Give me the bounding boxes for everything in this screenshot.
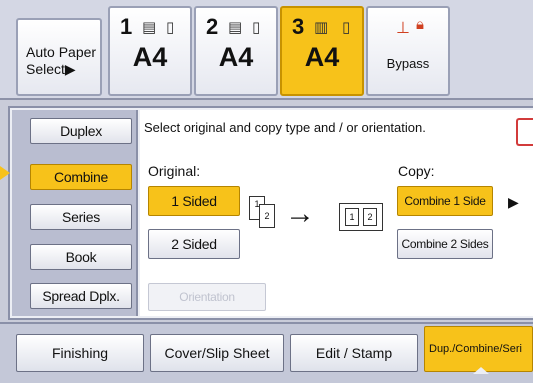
- tray-paper-size: A4: [218, 42, 254, 72]
- sidebar-item-combine[interactable]: Combine: [30, 164, 132, 190]
- tray-paper-size: A4: [304, 42, 340, 72]
- active-tab-indicator: [473, 367, 489, 374]
- sheet-icon: ▯: [166, 19, 175, 36]
- tab-edit-stamp[interactable]: Edit / Stamp: [290, 334, 418, 372]
- help-icon[interactable]: [516, 118, 533, 146]
- auto-paper-label-line2: Select▶: [26, 61, 76, 77]
- sheet-icon: ▯: [342, 19, 351, 36]
- sidebar-item-book[interactable]: Book: [30, 244, 132, 270]
- more-options-arrow-icon[interactable]: ▶: [508, 194, 519, 211]
- tray-number: 1: [120, 14, 133, 39]
- original-1-sided-button[interactable]: 1 Sided: [148, 186, 240, 216]
- auto-paper-select-button[interactable]: Auto Paper Select▶: [16, 18, 102, 96]
- bypass-tray-button[interactable]: ⊥ 🔒︎ Bypass: [366, 6, 450, 96]
- paper-stack-icon: ▤: [228, 19, 243, 36]
- tray-number: 2: [206, 14, 219, 39]
- auto-paper-label-line1: Auto Paper: [26, 44, 97, 60]
- original-2-sided-button[interactable]: 2 Sided: [148, 229, 240, 259]
- combine-1-side-button[interactable]: Combine 1 Side: [397, 186, 493, 216]
- tray-3-button[interactable]: 3 ▥ ▯ A4: [280, 6, 364, 96]
- tab-dup-combine-series[interactable]: Dup./Combine/Seri: [424, 326, 533, 372]
- large-paper-stack-icon: ▥: [314, 19, 329, 36]
- sheet-icon: ▯: [252, 19, 261, 36]
- tab-finishing[interactable]: Finishing: [16, 334, 144, 372]
- conversion-arrow: →: [285, 197, 315, 230]
- tray-paper-size: A4: [132, 42, 168, 72]
- original-page-2: 2: [259, 204, 275, 228]
- selected-mode-pointer: [0, 166, 10, 180]
- copy-label: Copy:: [398, 163, 435, 179]
- bypass-label: Bypass: [386, 56, 430, 71]
- original-label: Original:: [148, 163, 201, 179]
- tray-1-button[interactable]: 1 ▤ ▯ A4: [108, 6, 192, 96]
- combined-page-1: 1: [345, 208, 359, 226]
- instruction-text: Select original and copy type and / or o…: [144, 120, 426, 135]
- combined-page-2: 2: [363, 208, 377, 226]
- sidebar-item-spread-duplex[interactable]: Spread Dplx.: [30, 283, 132, 309]
- sidebar-item-series[interactable]: Series: [30, 204, 132, 230]
- paper-stack-icon: ▤: [142, 19, 157, 36]
- combine-2-sides-button[interactable]: Combine 2 Sides: [397, 229, 493, 259]
- tab-cover-slip-sheet[interactable]: Cover/Slip Sheet: [150, 334, 284, 372]
- tray-number: 3: [292, 14, 305, 39]
- lock-icon: 🔒︎: [416, 16, 424, 33]
- orientation-button[interactable]: Orientation: [148, 283, 266, 311]
- bypass-tray-icon: ⊥: [396, 20, 410, 37]
- tray-2-button[interactable]: 2 ▤ ▯ A4: [194, 6, 278, 96]
- sidebar-item-duplex[interactable]: Duplex: [30, 118, 132, 144]
